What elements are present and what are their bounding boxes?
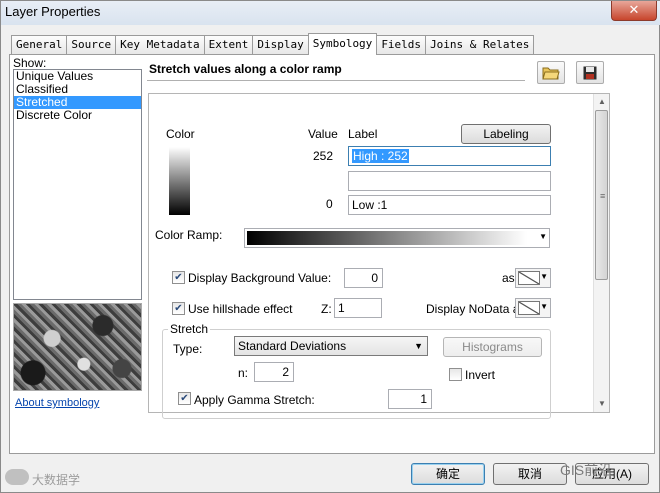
- stretch-type-label: Type:: [173, 342, 203, 356]
- low-value: 0: [326, 197, 333, 211]
- background-value-label: Display Background Value:: [188, 271, 332, 285]
- tab-joins-relates[interactable]: Joins & Relates: [425, 35, 535, 55]
- low-label-field[interactable]: Low :1: [348, 195, 551, 215]
- scroll-thumb[interactable]: ≡: [595, 110, 608, 280]
- chevron-down-icon: ▼: [540, 272, 548, 281]
- label-header: Label: [348, 127, 378, 141]
- renderer-list[interactable]: Unique Values Classified Stretched Discr…: [13, 69, 142, 300]
- tab-symbology[interactable]: Symbology: [307, 33, 378, 55]
- background-color-picker[interactable]: ▼: [515, 268, 551, 288]
- about-symbology-link[interactable]: About symbology: [15, 397, 99, 409]
- color-ramp-label: Color Ramp:: [155, 228, 223, 242]
- stretch-type-select[interactable]: Standard Deviations ▼: [234, 336, 428, 356]
- show-label: Show:: [13, 56, 47, 70]
- panel-heading: Stretch values along a color ramp: [149, 62, 342, 76]
- tab-fields[interactable]: Fields: [376, 35, 427, 55]
- watermark-left: 大数据学: [32, 473, 81, 487]
- no-color-swatch-icon: [518, 271, 540, 285]
- chevron-down-icon: ▼: [539, 232, 547, 241]
- stretch-type-value: Standard Deviations: [238, 339, 347, 353]
- checkmark-icon: ✔: [174, 303, 183, 314]
- mid-label-field[interactable]: [348, 171, 551, 191]
- watermark-logo: [5, 469, 29, 485]
- color-gradient-swatch[interactable]: [169, 147, 190, 215]
- n-field[interactable]: 2: [254, 362, 294, 382]
- cancel-button[interactable]: 取消: [493, 463, 567, 485]
- folder-open-icon: [542, 67, 560, 80]
- tab-source[interactable]: Source: [66, 35, 117, 55]
- gamma-checkbox[interactable]: ✔: [178, 392, 191, 405]
- color-ramp-preview: [247, 231, 527, 245]
- checkmark-icon: ✔: [180, 393, 189, 404]
- background-value-checkbox[interactable]: ✔: [172, 271, 185, 284]
- n-label: n:: [238, 366, 249, 380]
- tab-general[interactable]: General: [11, 35, 68, 55]
- checkmark-icon: ✔: [174, 272, 183, 283]
- open-button[interactable]: [537, 61, 565, 84]
- close-button[interactable]: ✕: [611, 1, 657, 21]
- histograms-button[interactable]: Histograms: [443, 337, 542, 357]
- scroll-up-icon[interactable]: ▲: [594, 94, 610, 110]
- background-as-label: as: [502, 271, 515, 285]
- scroll-down-icon[interactable]: ▼: [594, 396, 610, 412]
- chevron-down-icon: ▼: [540, 302, 548, 311]
- no-color-swatch-icon: [518, 301, 540, 315]
- vertical-scrollbar[interactable]: ▲ ≡ ▼: [593, 94, 609, 412]
- ok-button[interactable]: 确定: [411, 463, 485, 485]
- tab-extent[interactable]: Extent: [203, 35, 254, 55]
- window-title: Layer Properties: [5, 4, 101, 19]
- gamma-label: Apply Gamma Stretch:: [194, 393, 315, 407]
- symbology-preview-image: [13, 303, 142, 391]
- chevron-down-icon: ▼: [414, 341, 423, 351]
- tab-strip: General Source Key Metadata Extent Displ…: [11, 33, 535, 55]
- gamma-field[interactable]: 1: [388, 389, 432, 409]
- color-ramp-dropdown[interactable]: ▼: [244, 228, 550, 248]
- save-icon: [583, 66, 597, 80]
- invert-label: Invert: [465, 368, 496, 382]
- background-value-field[interactable]: 0: [344, 268, 383, 288]
- stretch-group-label: Stretch: [168, 322, 211, 336]
- hillshade-checkbox[interactable]: ✔: [172, 302, 185, 315]
- z-factor-field[interactable]: 1: [334, 298, 382, 318]
- high-label-field[interactable]: High : 252: [348, 146, 551, 166]
- high-value: 252: [313, 149, 334, 163]
- labeling-button[interactable]: Labeling: [461, 124, 551, 144]
- tab-key-metadata[interactable]: Key Metadata: [115, 35, 205, 55]
- tab-display[interactable]: Display: [252, 35, 309, 55]
- renderer-discrete-color[interactable]: Discrete Color: [14, 109, 141, 122]
- title-bar: Layer Properties ✕: [1, 1, 660, 25]
- nodata-color-picker[interactable]: ▼: [515, 298, 551, 318]
- invert-checkbox[interactable]: [449, 368, 462, 381]
- grip-icon: ≡: [600, 191, 606, 201]
- watermark-right: GIS前沿: [560, 462, 613, 478]
- save-button[interactable]: [576, 61, 604, 84]
- value-header: Value: [308, 127, 338, 141]
- hillshade-label: Use hillshade effect: [188, 302, 293, 316]
- color-header: Color: [166, 127, 195, 141]
- nodata-label: Display NoData as: [426, 302, 526, 316]
- high-label-text: High : 252: [352, 149, 409, 163]
- z-label: Z:: [321, 302, 332, 316]
